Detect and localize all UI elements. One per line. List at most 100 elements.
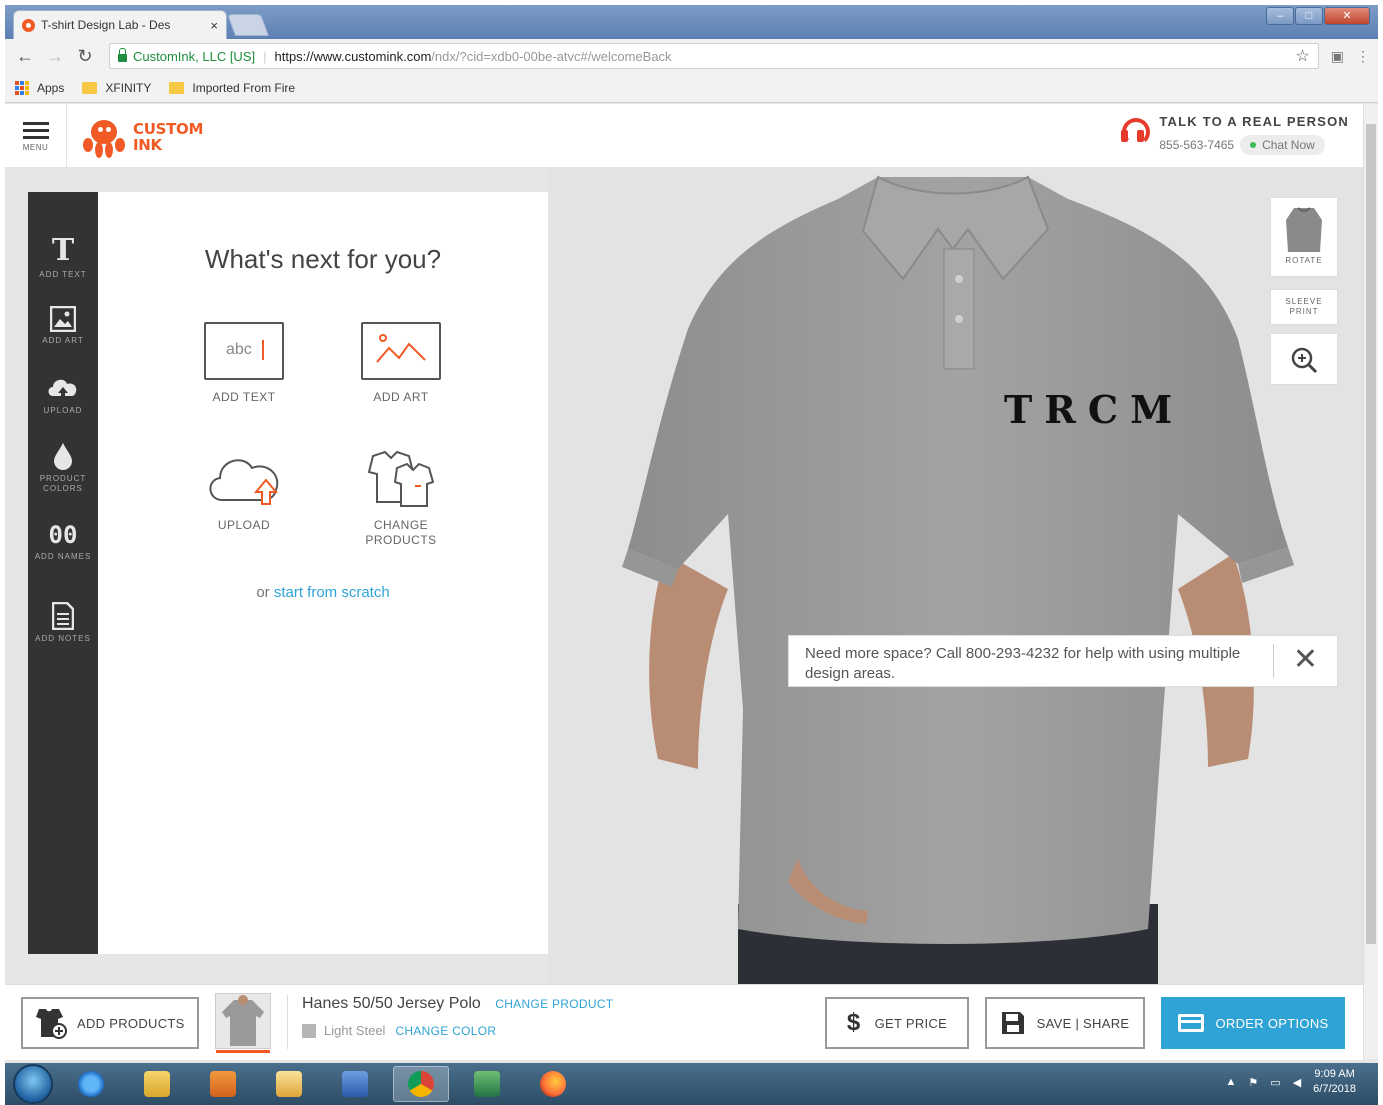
new-tab-button[interactable] (226, 14, 270, 36)
sleeve-print-label: SLEEVE PRINT (1285, 297, 1323, 316)
menu-label: MENU (22, 143, 49, 152)
product-name: Hanes 50/50 Jersey Polo (302, 995, 481, 1012)
hamburger-icon (5, 122, 66, 139)
design-text-trcm[interactable]: TRCM (1004, 387, 1184, 432)
tool-add-names[interactable]: 00 ADD NAMES (28, 522, 98, 562)
site-header: MENU CUSTOM INK TALK TO A REAL PERSON 85… (5, 104, 1363, 168)
bottom-toolbar: ADD PRODUCTS Hanes 50/50 Jersey Polo CHA… (5, 984, 1363, 1060)
volume-icon[interactable]: ◀ (1293, 1076, 1301, 1089)
save-share-button[interactable]: SAVE | SHARE (985, 997, 1145, 1049)
bookmark-star-icon[interactable]: ☆ (1295, 46, 1309, 66)
sleeve-print-button[interactable]: SLEEVE PRINT (1270, 289, 1338, 325)
product-info: Hanes 50/50 Jersey Polo CHANGE PRODUCT L… (287, 995, 613, 1049)
get-price-button[interactable]: $ GET PRICE (825, 997, 969, 1049)
taskbar-chrome[interactable] (393, 1066, 449, 1102)
close-window-button[interactable]: ✕ (1324, 7, 1370, 25)
bookmark-label: Apps (37, 80, 65, 95)
bookmark-label: Imported From Fire (192, 80, 296, 95)
add-products-button[interactable]: ADD PRODUCTS (21, 997, 199, 1049)
menu-button[interactable]: MENU (5, 104, 67, 168)
option-label: UPLOAD (217, 518, 271, 532)
notice-text: Need more space? Call 800-293-4232 for h… (805, 645, 1241, 682)
action-center-flag-icon[interactable]: ⚑ (1248, 1076, 1258, 1089)
taskbar-word[interactable] (327, 1066, 383, 1102)
reload-icon[interactable]: ↻ (73, 44, 97, 68)
minimize-button[interactable]: – (1266, 7, 1294, 25)
taskbar-excel[interactable] (459, 1066, 515, 1102)
close-icon[interactable]: ✕ (1273, 644, 1337, 678)
cloud-upload-icon (48, 379, 77, 401)
secure-origin-label: CustomInk, LLC [US] (133, 48, 256, 64)
taskbar-media-player[interactable] (195, 1066, 251, 1102)
panel-title: What's next for you? (204, 244, 442, 274)
phone-number[interactable]: 855-563-7465 (1159, 138, 1234, 152)
bookmark-imported[interactable]: Imported From Fire (169, 81, 295, 95)
folder-icon (82, 81, 98, 94)
text-box-sample: abc (226, 341, 252, 358)
change-color-link[interactable]: CHANGE COLOR (395, 1024, 496, 1038)
option-upload[interactable]: UPLOAD (184, 450, 304, 533)
tool-label: ADD NOTES (35, 634, 91, 643)
shirts-icon (367, 450, 435, 507)
tray-arrow-icon[interactable]: ▲ (1226, 1076, 1237, 1088)
browser-tab[interactable]: T-shirt Design Lab - Des × (13, 10, 227, 39)
windows-start-button[interactable] (13, 1064, 53, 1104)
chat-now-label: Chat Now (1262, 138, 1315, 152)
scratch-row: or start from scratch (98, 584, 548, 601)
taskbar-firefox[interactable] (525, 1066, 581, 1102)
network-icon[interactable]: ▭ (1270, 1076, 1280, 1089)
page-scrollbar[interactable] (1363, 104, 1378, 1059)
taskbar-outlook[interactable] (261, 1066, 317, 1102)
browser-menu-icon[interactable]: ⋮ (1356, 48, 1370, 65)
tool-add-art[interactable]: ADD ART (28, 306, 98, 346)
logo-line-1: CUSTOM (133, 120, 204, 138)
product-stage: TRCM ROTATE SLEEVE PRINT Need more space… (548, 169, 1363, 984)
option-change-products[interactable]: CHANGE PRODUCTS (341, 450, 461, 548)
customink-logo[interactable]: CUSTOM INK (81, 116, 203, 158)
scratch-prefix: or (256, 584, 270, 601)
back-icon[interactable]: ← (13, 44, 37, 68)
polo-shirt-image[interactable] (548, 169, 1363, 984)
taskbar-file-explorer[interactable] (129, 1066, 185, 1102)
excel-icon (474, 1071, 500, 1097)
option-add-art[interactable]: ADD ART (341, 322, 461, 405)
folder-icon (169, 81, 185, 94)
image-icon (50, 306, 76, 332)
tool-add-notes[interactable]: ADD NOTES (28, 602, 98, 644)
clock-date: 6/7/2018 (1313, 1083, 1356, 1095)
shirt-back-thumbnail-icon (1286, 207, 1322, 252)
system-tray: ▲ ⚑ ▭ ◀ 9:09 AM 6/7/2018 (1226, 1067, 1356, 1097)
forward-icon[interactable]: → (43, 44, 67, 68)
taskbar-internet-explorer[interactable] (63, 1066, 119, 1102)
extension-icon[interactable]: ▣ (1331, 48, 1344, 65)
url-field[interactable]: CustomInk, LLC [US] | https://www.custom… (109, 43, 1319, 69)
maximize-button[interactable]: □ (1295, 7, 1323, 25)
dollar-icon: $ (846, 1009, 861, 1036)
tab-close-icon[interactable]: × (210, 18, 218, 33)
bookmark-apps[interactable]: Apps (15, 80, 65, 95)
change-product-link[interactable]: CHANGE PRODUCT (495, 997, 613, 1011)
scrollbar-thumb[interactable] (1366, 124, 1376, 944)
clock-time: 9:09 AM (1314, 1068, 1355, 1080)
headset-icon (1119, 118, 1151, 146)
cloud-upload-icon (209, 459, 279, 505)
tool-add-text[interactable]: T ADD TEXT (28, 236, 98, 280)
rotate-button[interactable]: ROTATE (1270, 197, 1338, 277)
option-add-text[interactable]: abc ADD TEXT (184, 322, 304, 405)
media-player-icon (210, 1071, 236, 1097)
tool-product-colors[interactable]: PRODUCT COLORS (28, 442, 98, 494)
url-host: https://www.customink.com (274, 48, 432, 64)
order-options-button[interactable]: ORDER OPTIONS (1161, 997, 1345, 1049)
browser-titlebar: T-shirt Design Lab - Des × – □ ✕ (5, 5, 1378, 39)
product-thumbnail[interactable] (215, 993, 271, 1053)
credit-card-icon (1177, 1014, 1204, 1032)
chat-now-button[interactable]: Chat Now (1240, 135, 1325, 155)
zoom-button[interactable] (1270, 333, 1338, 385)
talk-to-person: TALK TO A REAL PERSON 855-563-7465 Chat … (1119, 114, 1349, 155)
tool-upload[interactable]: UPLOAD (28, 374, 98, 416)
url-path: /ndx/?cid=xdb0-00be-atvc#/welcomeBack (431, 48, 672, 64)
clock[interactable]: 9:09 AM 6/7/2018 (1313, 1067, 1356, 1097)
bookmark-xfinity[interactable]: XFINITY (82, 81, 151, 95)
start-from-scratch-link[interactable]: start from scratch (274, 584, 390, 601)
octopus-logo-icon (81, 116, 127, 158)
